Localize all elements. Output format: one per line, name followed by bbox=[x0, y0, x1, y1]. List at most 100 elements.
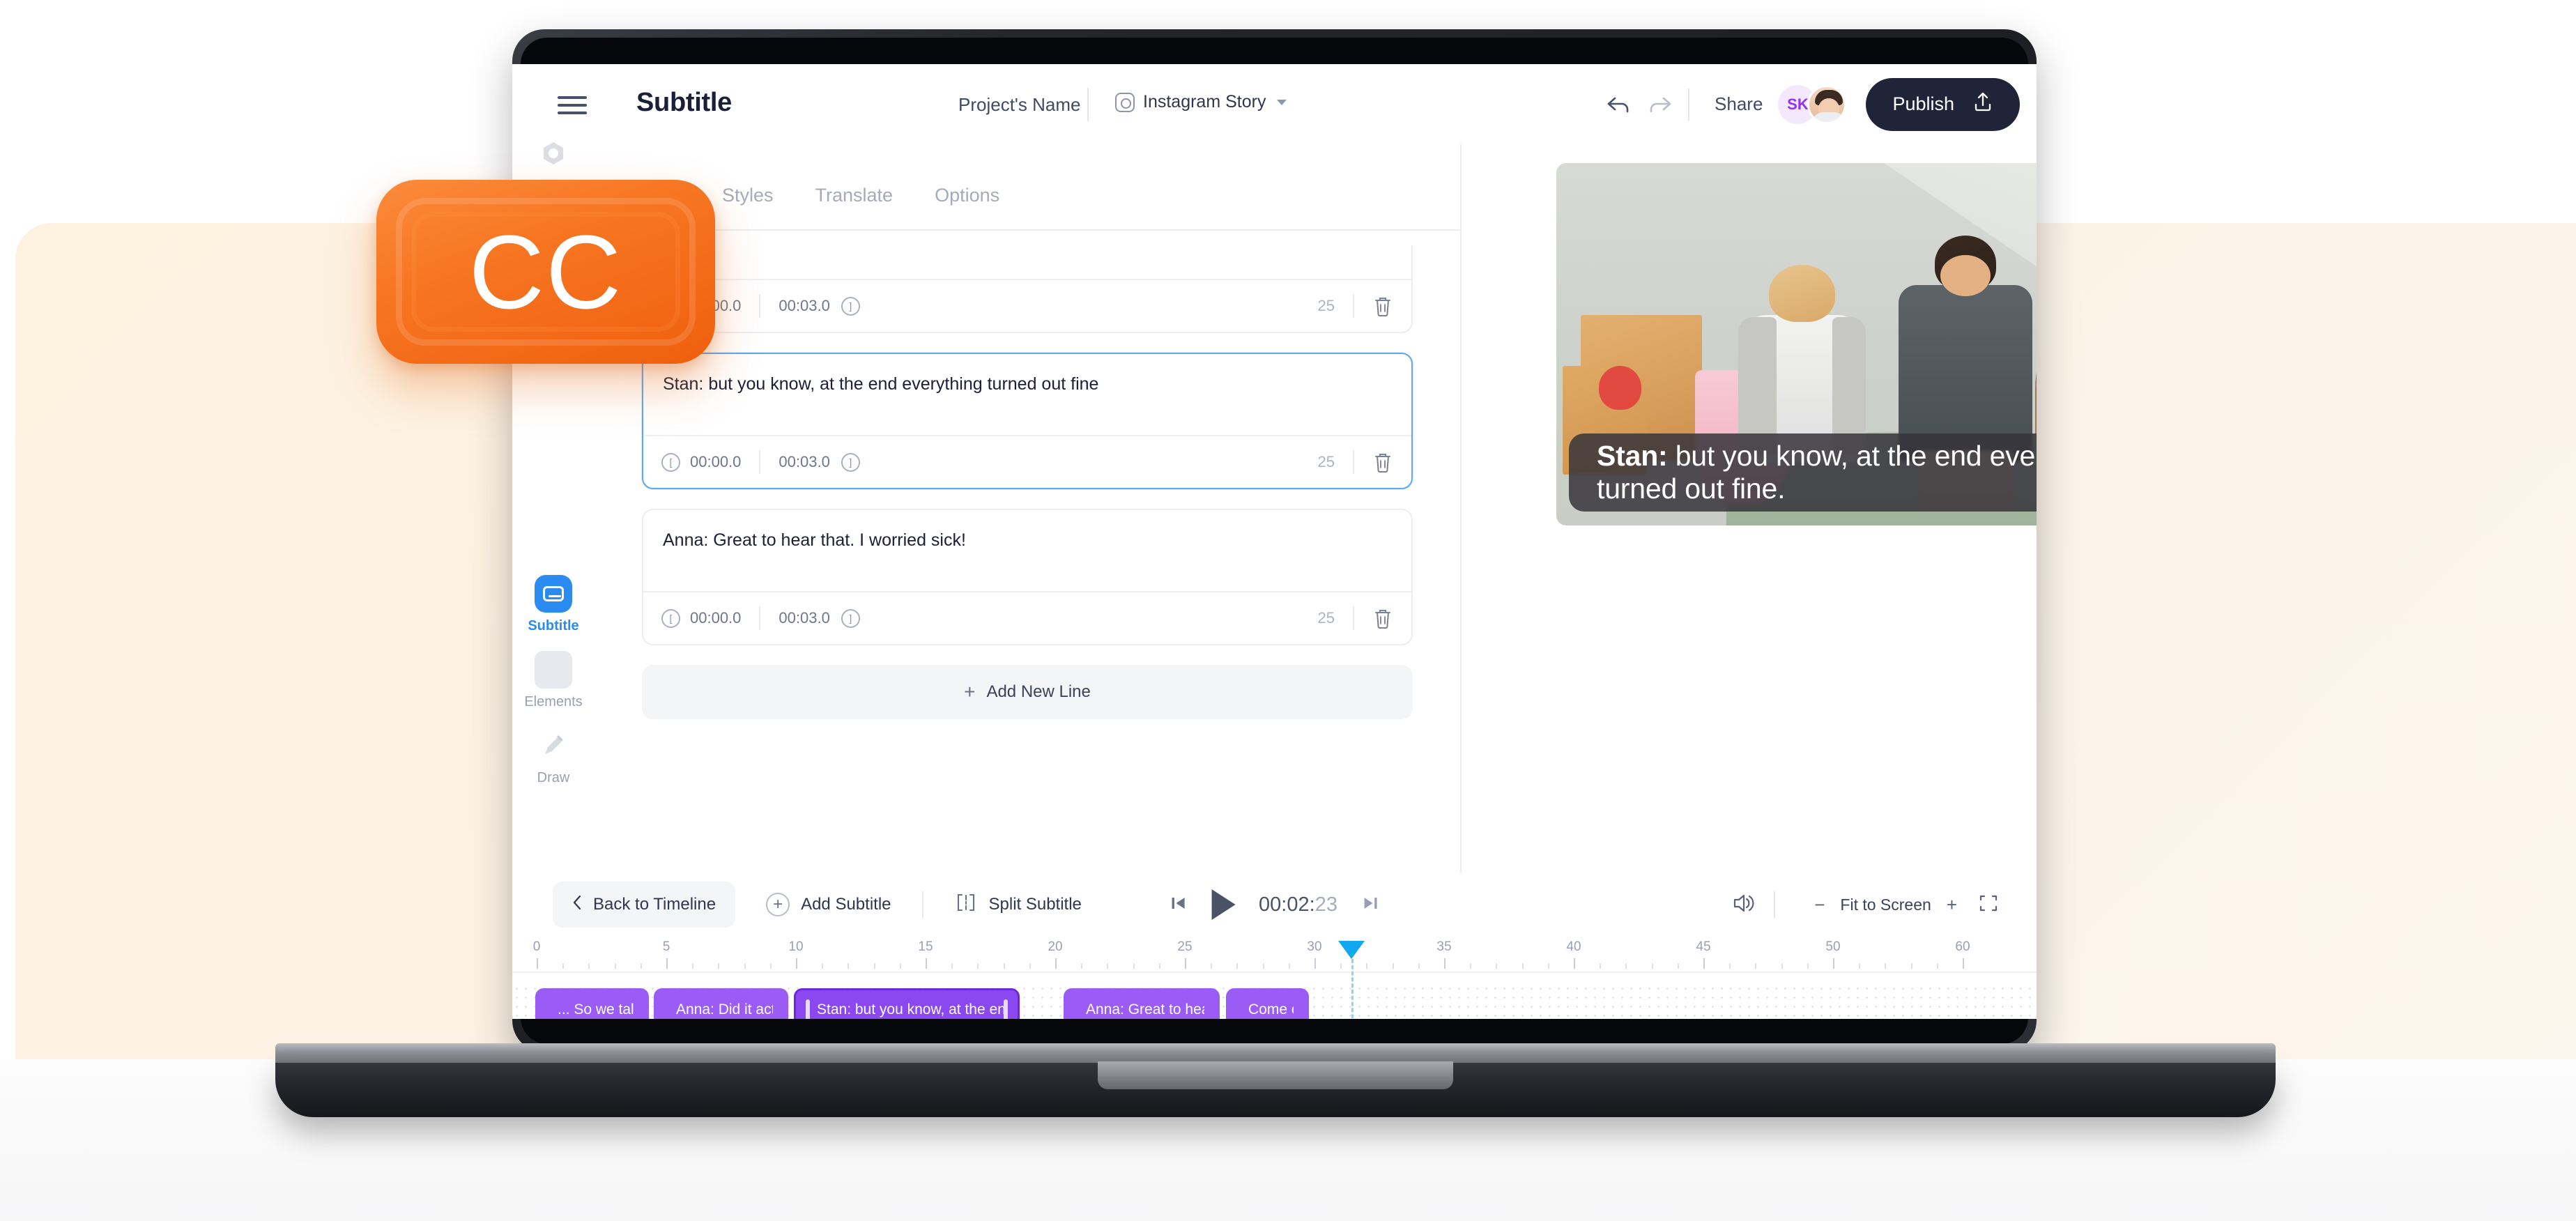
sidebar-item-elements[interactable]: Elements bbox=[512, 638, 595, 714]
ruler-tick-minor bbox=[1288, 963, 1290, 969]
ruler-tick-minor bbox=[1807, 963, 1809, 969]
instagram-icon bbox=[1115, 92, 1135, 112]
ruler-tick-minor bbox=[769, 963, 772, 969]
share-button[interactable]: Share bbox=[1715, 93, 1763, 115]
zoom-label[interactable]: Fit to Screen bbox=[1840, 896, 1931, 914]
ruler-tick-label: 5 bbox=[662, 939, 670, 954]
sidebar-item-label: Draw bbox=[537, 770, 570, 785]
ruler-tick-minor bbox=[1340, 963, 1342, 969]
caption-speaker: Stan: bbox=[1597, 440, 1668, 472]
laptop-base-notch bbox=[1098, 1061, 1453, 1089]
add-subtitle-label: Add Subtitle bbox=[801, 895, 891, 914]
subtitle-text[interactable]: Anna: Great to hear that. I worried sick… bbox=[643, 510, 1411, 591]
add-subtitle-button[interactable]: + Add Subtitle bbox=[766, 893, 891, 916]
meta-divider bbox=[1353, 294, 1354, 318]
ruler-tick-label: 0 bbox=[532, 939, 541, 954]
ruler-tick-minor bbox=[848, 963, 850, 969]
subtitle-clip-track[interactable]: ... So we talked about it all night. Anna… bbox=[512, 984, 2037, 1019]
subtitle-start-time[interactable]: 00:00.0 bbox=[690, 609, 741, 627]
ruler-tick-label: 50 bbox=[1825, 939, 1841, 954]
ruler-tick-major bbox=[1574, 958, 1575, 969]
subtitle-char-count: 25 bbox=[1317, 453, 1335, 470]
fullscreen-icon[interactable] bbox=[1978, 893, 1999, 917]
meta-divider bbox=[1353, 450, 1354, 474]
trash-icon[interactable] bbox=[1372, 607, 1393, 629]
video-box-logo bbox=[1598, 366, 1641, 410]
ruler-tick-minor bbox=[1600, 963, 1602, 969]
ruler-tick-minor bbox=[562, 963, 565, 969]
subtitle-list[interactable]: Anna: Did it actually help you two? [ 00… bbox=[595, 245, 1460, 900]
video-caption-text: Stan: but you know, at the end everythin… bbox=[1597, 440, 2037, 505]
ruler-tick-minor bbox=[1366, 963, 1368, 969]
ruler-tick-minor bbox=[1470, 963, 1472, 969]
back-to-timeline-label: Back to Timeline bbox=[593, 895, 716, 914]
play-icon[interactable] bbox=[1211, 889, 1236, 920]
subtitle-clip[interactable]: Anna: Did it actually help you two? bbox=[654, 988, 788, 1019]
subtitle-card[interactable]: Stan: but you know, at the end everythin… bbox=[642, 353, 1413, 489]
undo-icon[interactable] bbox=[1597, 84, 1639, 125]
plus-icon[interactable]: + bbox=[1947, 894, 1957, 916]
subtitle-start-time[interactable]: 00:00.0 bbox=[690, 453, 741, 471]
ruler-tick-minor bbox=[951, 963, 953, 969]
skip-previous-icon[interactable] bbox=[1168, 893, 1188, 916]
subtitle-clip[interactable]: Come one! bbox=[1226, 988, 1309, 1019]
minus-icon[interactable]: − bbox=[1814, 894, 1825, 916]
subtitle-text[interactable]: Stan: but you know, at the end everythin… bbox=[643, 354, 1411, 435]
subtitle-end-time[interactable]: 00:03.0 bbox=[779, 609, 829, 627]
subtitle-card[interactable]: Anna: Did it actually help you two? [ 00… bbox=[642, 245, 1413, 333]
volume-icon[interactable] bbox=[1728, 891, 1756, 919]
header-divider-1 bbox=[1087, 88, 1089, 121]
view-controls: − Fit to Screen + bbox=[1728, 891, 1999, 919]
cc-icon: CC bbox=[468, 213, 623, 330]
video-preview[interactable]: Stan: but you know, at the end everythin… bbox=[1556, 163, 2037, 525]
ruler-tick-minor bbox=[1029, 963, 1031, 969]
publish-button[interactable]: Publish bbox=[1866, 77, 2020, 131]
tab-styles[interactable]: Styles bbox=[722, 185, 774, 219]
elements-icon bbox=[535, 651, 572, 689]
ruler-tick-minor bbox=[1236, 963, 1239, 969]
publish-label: Publish bbox=[1892, 93, 1954, 114]
timeline-ruler[interactable]: 0 5 10 15 20 25 30 35 40 45 50 60 bbox=[512, 937, 2037, 973]
avatar-photo[interactable] bbox=[1807, 84, 1847, 124]
tab-translate[interactable]: Translate bbox=[815, 185, 894, 219]
ruler-tick-major bbox=[1055, 958, 1057, 969]
add-new-line-button[interactable]: + Add New Line bbox=[642, 665, 1413, 719]
ruler-tick-minor bbox=[1003, 963, 1005, 969]
ruler-tick-label: 10 bbox=[788, 939, 804, 954]
app-screen: Subtitle Project's Name Instagram Story … bbox=[512, 64, 2037, 1019]
subtitle-clip[interactable]: ... So we talked about it all night. bbox=[535, 988, 649, 1019]
hamburger-icon[interactable] bbox=[558, 96, 587, 114]
ruler-tick-minor bbox=[822, 963, 824, 969]
add-new-line-label: Add New Line bbox=[986, 682, 1091, 701]
sidebar-item-draw[interactable]: Draw bbox=[512, 714, 595, 790]
gear-icon[interactable] bbox=[535, 137, 572, 175]
format-selector[interactable]: Instagram Story bbox=[1115, 92, 1287, 112]
redo-icon[interactable] bbox=[1639, 84, 1681, 125]
bracket-start-icon: [ bbox=[661, 608, 680, 628]
ruler-tick-major bbox=[1963, 958, 1964, 969]
split-subtitle-button[interactable]: Split Subtitle bbox=[954, 892, 1082, 918]
subtitle-card[interactable]: Anna: Great to hear that. I worried sick… bbox=[642, 509, 1413, 645]
meta-divider bbox=[759, 450, 761, 474]
ruler-tick-major bbox=[926, 958, 927, 969]
bracket-end-icon: ] bbox=[841, 452, 860, 472]
project-name[interactable]: Project's Name bbox=[958, 94, 1080, 116]
current-time: 00:02:23 bbox=[1259, 893, 1337, 916]
playhead-handle[interactable] bbox=[1338, 941, 1365, 959]
ruler-tick-minor bbox=[1885, 963, 1887, 969]
subtitle-end-time[interactable]: 00:03.0 bbox=[779, 453, 829, 471]
sidebar-item-subtitle[interactable]: Subtitle bbox=[512, 562, 595, 638]
subtitle-clip[interactable]: Stan: but you know, at the end everythin… bbox=[794, 988, 1020, 1019]
clip-handle-right[interactable] bbox=[1004, 999, 1008, 1019]
tab-options[interactable]: Options bbox=[935, 185, 999, 219]
trash-icon[interactable] bbox=[1372, 295, 1393, 317]
playhead-line bbox=[1351, 959, 1354, 1019]
subtitle-end-time[interactable]: 00:03.0 bbox=[779, 297, 829, 315]
sidebar-item-label: Elements bbox=[524, 694, 583, 709]
trash-icon[interactable] bbox=[1372, 451, 1393, 473]
subtitle-clip[interactable]: Anna: Great to hear that. I worried sick… bbox=[1064, 988, 1220, 1019]
skip-next-icon[interactable] bbox=[1361, 893, 1381, 916]
back-to-timeline-button[interactable]: Back to Timeline bbox=[553, 882, 736, 928]
ruler-tick-label: 15 bbox=[918, 939, 933, 954]
subtitle-text[interactable]: Anna: Did it actually help you two? bbox=[643, 245, 1411, 279]
